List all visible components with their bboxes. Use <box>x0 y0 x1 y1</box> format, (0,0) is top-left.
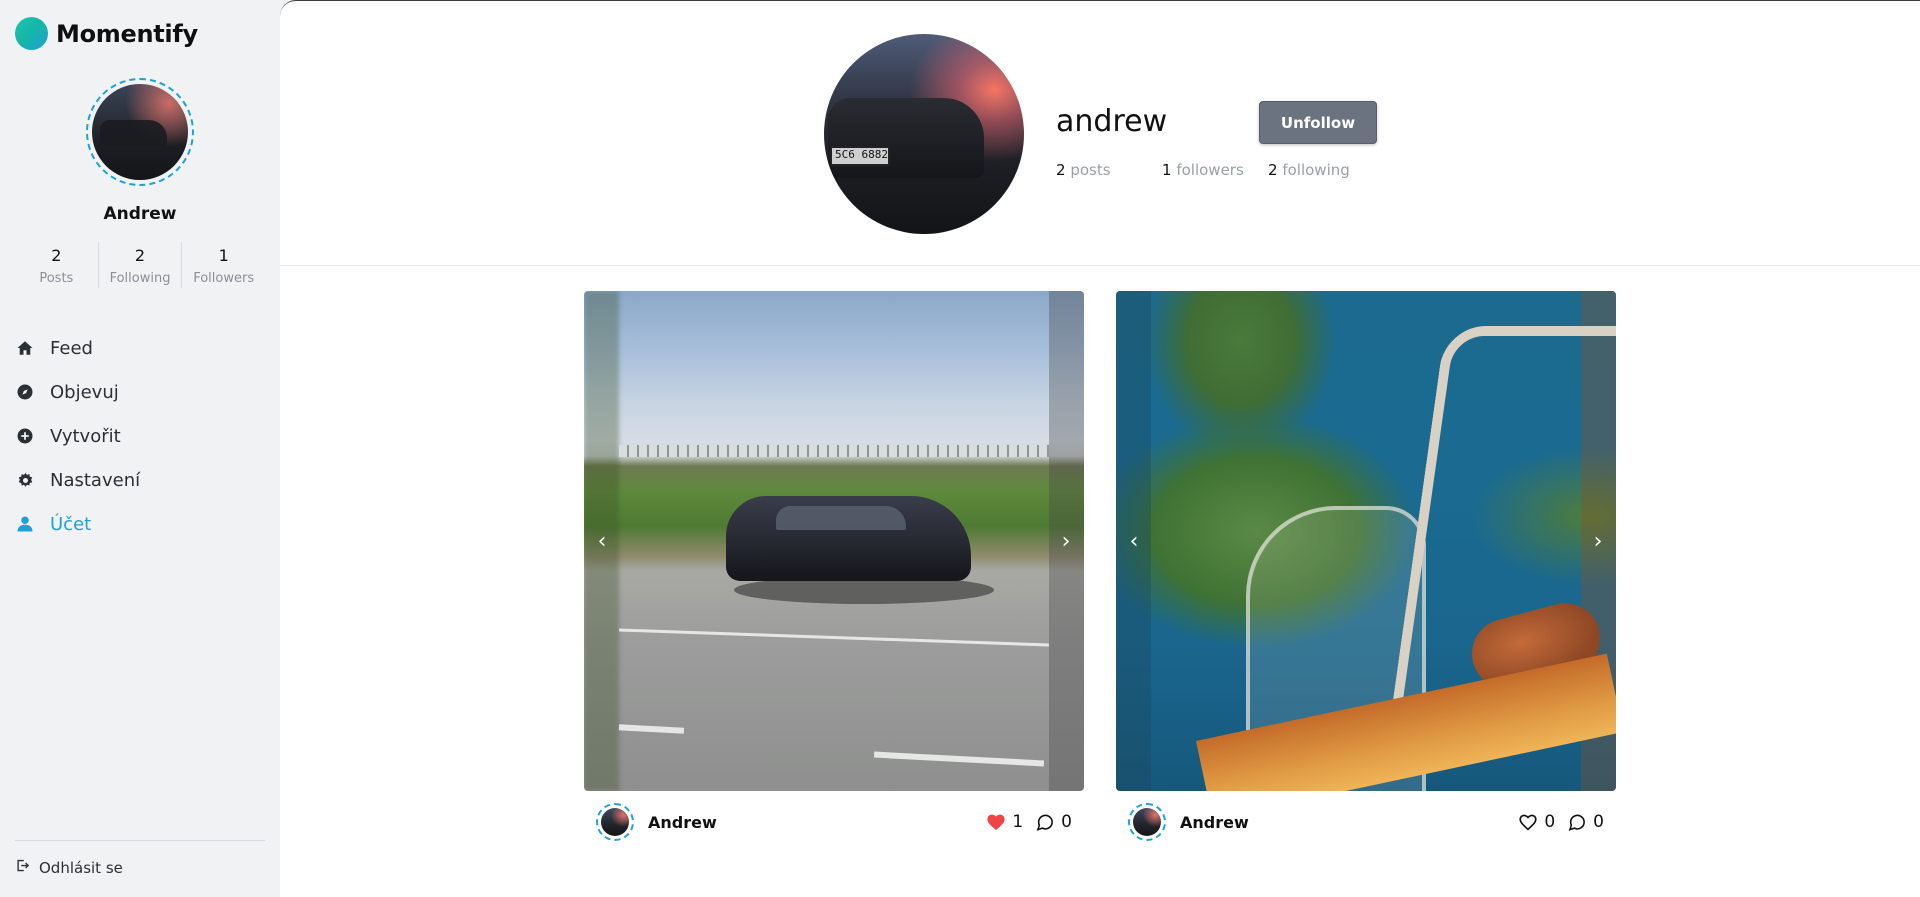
post-image[interactable]: ‹ › <box>1116 291 1616 791</box>
stat-count: 1 <box>1162 161 1172 179</box>
stat-label: followers <box>1176 161 1244 179</box>
comment-icon <box>1568 814 1586 831</box>
sidebar-stats: 2 Posts 2 Following 1 Followers <box>15 242 265 288</box>
post-card: ‹ › Andrew 0 0 <box>1116 291 1616 853</box>
post-footer: Andrew 0 0 <box>1116 791 1616 853</box>
nav-label: Vytvořit <box>50 425 121 447</box>
nav-label: Feed <box>50 337 93 359</box>
heart-filled-icon <box>987 814 1005 831</box>
sidebar: Momentify Andrew 2 Posts 2 Following 1 F… <box>0 0 280 897</box>
brand[interactable]: Momentify <box>15 17 198 50</box>
stat-label: Followers <box>193 271 255 286</box>
stat-label: posts <box>1070 161 1111 179</box>
post-actions: 1 0 <box>974 812 1072 832</box>
comment-button[interactable]: 0 <box>1035 812 1072 832</box>
nav-label: Účet <box>50 513 92 535</box>
sidebar-item-nastaveni[interactable]: Nastavení <box>15 458 265 502</box>
brand-name: Momentify <box>56 19 198 48</box>
post-actions: 0 0 <box>1506 812 1604 832</box>
post-card: ‹ › Andrew 1 0 <box>584 291 1084 853</box>
nav-label: Objevuj <box>50 381 119 403</box>
carousel-prev-button[interactable]: ‹ <box>587 521 617 561</box>
avatar-car-shape <box>828 98 984 178</box>
stat-count: 2 <box>1056 161 1066 179</box>
stat-following[interactable]: 2 Following <box>99 242 183 288</box>
post-footer: Andrew 1 0 <box>584 791 1084 853</box>
logo-icon <box>15 17 48 50</box>
stat-value: 1 <box>218 246 229 265</box>
profile-stat-posts[interactable]: 2 posts <box>1056 161 1162 179</box>
stat-posts[interactable]: 2 Posts <box>15 242 99 288</box>
car-shape <box>726 496 971 581</box>
road-line <box>618 724 685 734</box>
sidebar-avatar[interactable] <box>86 78 194 186</box>
sidebar-item-objevuj[interactable]: Objevuj <box>15 370 265 414</box>
profile-stats: 2 posts 1 followers 2 following <box>1056 161 1350 179</box>
avatar-image <box>1133 808 1161 836</box>
profile-name: andrew <box>1056 104 1168 139</box>
road-line <box>619 628 1049 647</box>
avatar-image <box>92 84 188 180</box>
avatar-plate: 5C6 6882 <box>830 146 890 166</box>
divider <box>15 840 265 841</box>
like-button[interactable]: 1 <box>986 812 1023 832</box>
post-author[interactable]: Andrew <box>648 813 717 832</box>
carousel-next-button[interactable]: › <box>1051 521 1081 561</box>
home-icon <box>15 338 35 358</box>
post-author[interactable]: Andrew <box>1180 813 1249 832</box>
stat-label: Following <box>109 271 171 286</box>
stat-count: 2 <box>1268 161 1278 179</box>
profile-stat-following[interactable]: 2 following <box>1268 161 1350 179</box>
post-author-avatar[interactable] <box>596 803 634 841</box>
plus-circle-icon <box>15 426 35 446</box>
sidebar-nav: Feed Objevuj Vytvořit Nastavení Účet <box>15 326 265 546</box>
like-button[interactable]: 0 <box>1518 812 1555 832</box>
comment-count: 0 <box>1061 812 1072 832</box>
logout-button[interactable]: Odhlásit se <box>15 858 123 877</box>
carousel-prev-button[interactable]: ‹ <box>1119 521 1149 561</box>
sidebar-item-feed[interactable]: Feed <box>15 326 265 370</box>
sidebar-username: Andrew <box>103 204 177 224</box>
stat-value: 2 <box>51 246 62 265</box>
logout-label: Odhlásit se <box>39 858 123 877</box>
stat-label: Posts <box>39 271 74 286</box>
comment-icon <box>1036 814 1054 831</box>
logout-icon <box>15 858 30 877</box>
comment-button[interactable]: 0 <box>1567 812 1604 832</box>
unfollow-button[interactable]: Unfollow <box>1259 101 1377 144</box>
like-count: 1 <box>1012 812 1024 832</box>
stat-followers[interactable]: 1 Followers <box>182 242 265 288</box>
nav-label: Nastavení <box>50 469 141 491</box>
sidebar-item-ucet[interactable]: Účet <box>15 502 265 546</box>
profile-stat-followers[interactable]: 1 followers <box>1162 161 1268 179</box>
profile-avatar[interactable]: 5C6 6882 <box>824 34 1024 234</box>
like-count: 0 <box>1544 812 1556 832</box>
compass-icon <box>15 382 35 402</box>
post-image[interactable]: ‹ › <box>584 291 1084 791</box>
guard-rail <box>619 445 1049 457</box>
heart-outline-icon <box>1519 814 1537 831</box>
gear-icon <box>15 470 35 490</box>
avatar-image <box>601 808 629 836</box>
stat-value: 2 <box>134 246 146 265</box>
post-author-avatar[interactable] <box>1128 803 1166 841</box>
comment-count: 0 <box>1593 812 1604 832</box>
user-icon <box>15 514 35 534</box>
road-line <box>873 751 1045 767</box>
divider <box>280 265 1920 266</box>
main-content: 5C6 6882 andrew Unfollow 2 posts 1 follo… <box>280 0 1920 897</box>
sidebar-item-vytvorit[interactable]: Vytvořit <box>15 414 265 458</box>
carousel-next-button[interactable]: › <box>1583 521 1613 561</box>
stat-label: following <box>1282 161 1350 179</box>
